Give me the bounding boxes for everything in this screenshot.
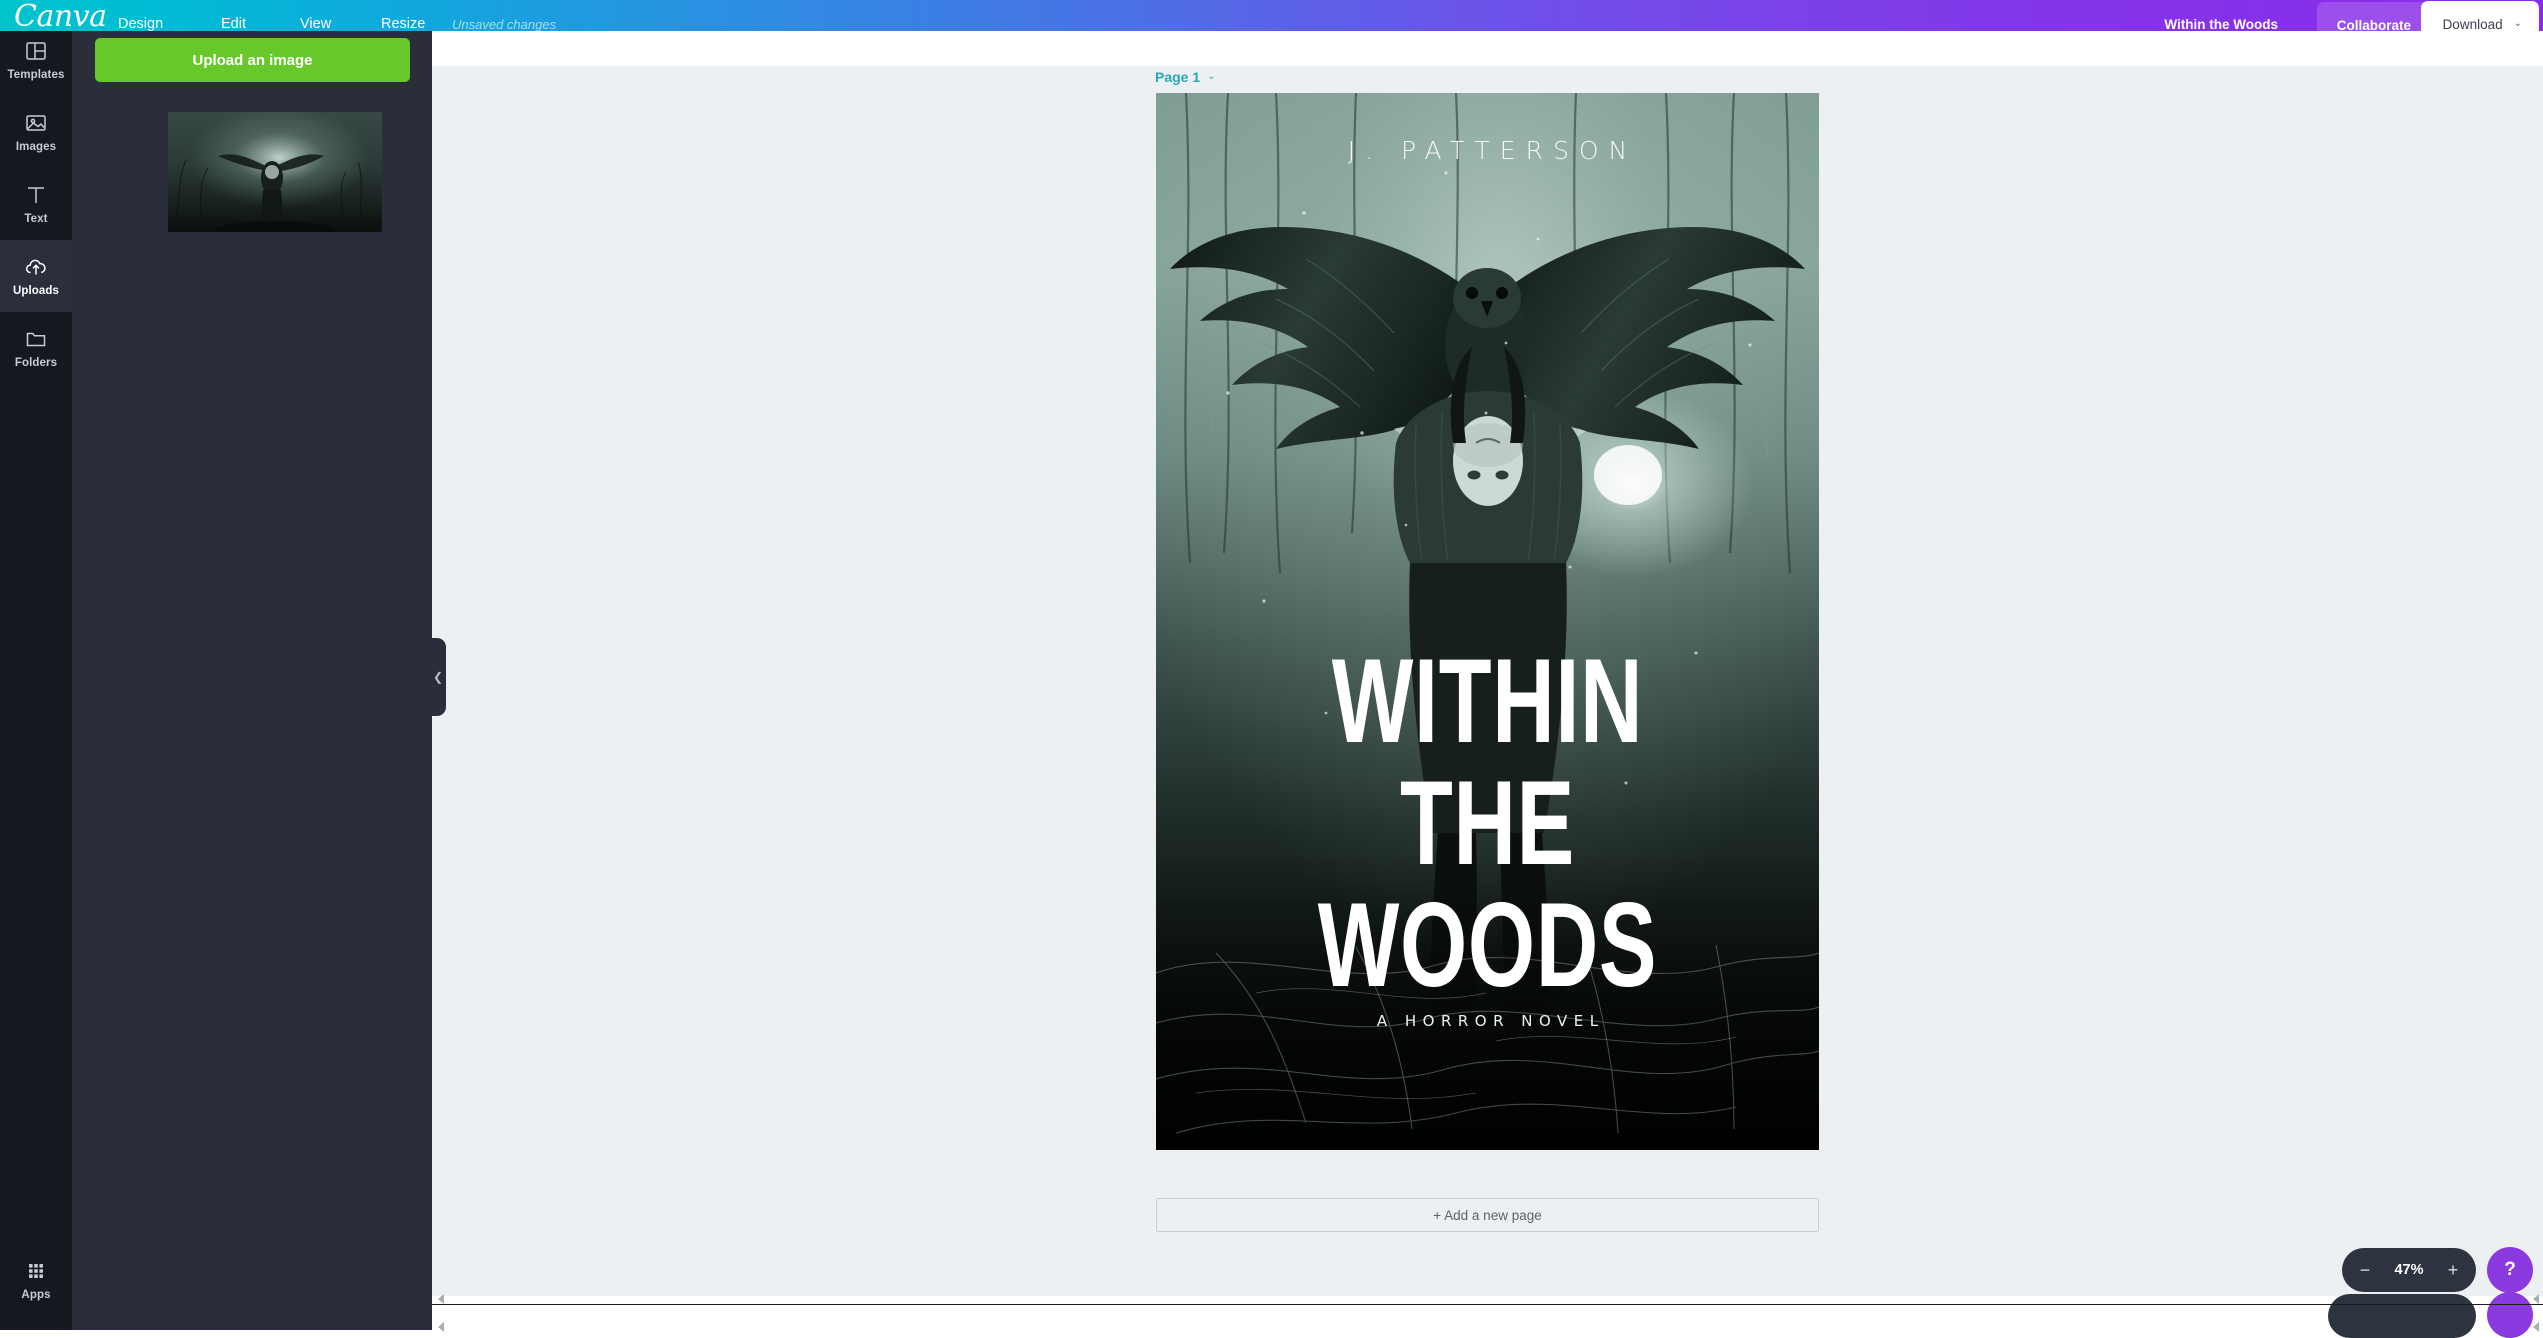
sidebar-item-uploads[interactable]: Uploads — [0, 240, 72, 312]
sidebar-item-label: Images — [16, 142, 56, 153]
zoom-control-overflow — [2328, 1294, 2476, 1338]
sidebar-item-folders[interactable]: Folders — [0, 312, 72, 384]
download-button[interactable]: Download ⌄ — [2421, 1, 2539, 31]
uploads-panel: Upload an image — [72, 24, 432, 1330]
templates-icon — [24, 39, 48, 63]
download-label: Download — [2443, 17, 2503, 31]
help-button[interactable]: ? — [2487, 1247, 2533, 1293]
sidebar-item-label: Uploads — [13, 286, 59, 297]
top-header-bar: Canva Design Edit View Resize Unsaved ch… — [0, 0, 2543, 31]
upload-an-image-button[interactable]: Upload an image — [95, 38, 410, 82]
chevron-down-icon: ⌄ — [1207, 72, 1215, 82]
uploaded-image-thumbnail[interactable] — [168, 112, 382, 232]
cover-title-text[interactable]: WITHIN THE WOODS — [1249, 653, 1726, 1019]
images-icon — [24, 111, 48, 135]
book-cover-design[interactable]: J. PATTERSON WITHIN THE WOODS A HORROR N… — [1156, 93, 1819, 1150]
menu-item-resize[interactable]: Resize — [381, 17, 425, 31]
canva-logo[interactable]: Canva — [14, 1, 107, 31]
zoom-out-button[interactable]: − — [2348, 1253, 2382, 1287]
help-button-overflow — [2487, 1292, 2533, 1338]
zoom-control: − 47% + — [2342, 1248, 2476, 1292]
menu-item-view[interactable]: View — [300, 17, 331, 31]
scroll-left-arrow-icon[interactable] — [438, 1322, 444, 1332]
sidebar-item-apps[interactable]: Apps — [0, 1244, 72, 1316]
zoom-percentage[interactable]: 47% — [2386, 1263, 2432, 1277]
scroll-left-arrow-icon[interactable] — [2533, 1322, 2539, 1332]
cover-author-text[interactable]: J. PATTERSON — [1156, 137, 1819, 165]
menu-item-design[interactable]: Design — [118, 17, 163, 31]
uploads-icon — [24, 255, 48, 279]
document-title[interactable]: Within the Woods — [2164, 18, 2278, 31]
save-status-text: Unsaved changes — [452, 18, 556, 31]
collaborate-button[interactable]: Collaborate — [2317, 2, 2431, 31]
cover-text-layer: J. PATTERSON WITHIN THE WOODS A HORROR N… — [1156, 93, 1819, 1150]
sidebar-item-label: Templates — [8, 70, 65, 81]
scroll-left-arrow-icon[interactable] — [438, 1294, 444, 1304]
zoom-in-button[interactable]: + — [2436, 1253, 2470, 1287]
folders-icon — [24, 327, 48, 351]
chevron-down-icon: ⌄ — [2514, 17, 2522, 31]
collaborate-label: Collaborate — [2337, 18, 2411, 31]
menu-item-edit[interactable]: Edit — [221, 17, 246, 31]
cover-title-line: THE — [1249, 775, 1726, 871]
text-icon — [24, 183, 48, 207]
sidebar-item-label: Folders — [15, 358, 57, 369]
sidebar-item-images[interactable]: Images — [0, 96, 72, 168]
sidebar-item-templates[interactable]: Templates — [0, 24, 72, 96]
page-label-dropdown[interactable]: Page 1 ⌄ — [1155, 70, 1216, 84]
sidebar-item-text[interactable]: Text — [0, 168, 72, 240]
scroll-left-arrow-icon[interactable] — [2533, 1294, 2539, 1304]
sidebar-item-label: Apps — [21, 1290, 50, 1301]
cover-title-line: WOODS — [1249, 897, 1726, 993]
cover-title-line: WITHIN — [1249, 653, 1726, 749]
cover-subtitle-text[interactable]: A HORROR NOVEL — [1156, 1013, 1819, 1029]
sidebar-item-label: Text — [24, 214, 47, 225]
panel-collapse-handle[interactable]: ❮ — [432, 638, 446, 716]
left-icon-rail: Templates Images Text U — [0, 24, 72, 1330]
chevron-left-icon: ❮ — [433, 671, 443, 683]
page-label-text: Page 1 — [1155, 70, 1200, 84]
add-new-page-button[interactable]: + Add a new page — [1156, 1198, 1819, 1232]
apps-grid-icon — [24, 1259, 48, 1283]
